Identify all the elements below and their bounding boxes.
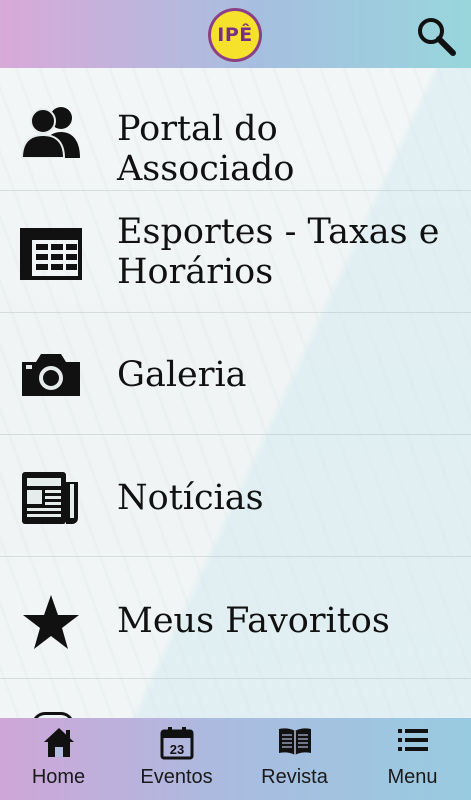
newspaper-icon [20, 470, 82, 526]
calendar-icon: 23 [118, 726, 235, 760]
camera-icon [20, 352, 82, 398]
menu-item-galeria[interactable]: Galeria [0, 312, 471, 435]
home-icon [0, 726, 117, 760]
bottom-tab-bar: Home 23 Eventos Revista Menu [0, 718, 471, 800]
search-button[interactable] [414, 14, 458, 58]
users-icon [20, 104, 82, 158]
logo-text: IPÊ [217, 24, 253, 46]
menu-item-noticias[interactable]: Notícias [0, 434, 471, 557]
menu-item-portal-do-associado[interactable]: Portal do Associado [0, 68, 471, 191]
table-icon [20, 228, 82, 280]
book-icon [236, 726, 353, 760]
tab-label: Revista [261, 766, 328, 788]
calendar-day: 23 [169, 742, 183, 757]
club-logo[interactable]: IPÊ [208, 8, 262, 62]
star-icon [20, 593, 82, 651]
tab-home[interactable]: Home [0, 718, 117, 800]
list-icon [354, 726, 471, 760]
search-icon [418, 18, 456, 56]
tab-label: Eventos [140, 766, 213, 788]
menu-item-label: Esportes - Taxas e Horários [117, 212, 440, 292]
tab-label: Home [31, 766, 86, 788]
menu-item-label: Meus Favoritos [117, 601, 390, 641]
tab-revista[interactable]: Revista [236, 718, 353, 800]
menu-item-esportes[interactable]: Esportes - Taxas e Horários [0, 190, 471, 313]
menu-list: Portal do Associado Esportes - Taxas e H… [0, 68, 471, 718]
tab-eventos[interactable]: 23 Eventos [118, 718, 235, 800]
tab-label: Menu [387, 766, 438, 788]
menu-item-label: Galeria [117, 355, 247, 395]
tab-menu[interactable]: Menu [354, 718, 471, 800]
menu-item-label: Notícias [117, 478, 264, 518]
app-header: IPÊ [0, 0, 471, 68]
menu-item-label: Portal do Associado [117, 109, 295, 189]
menu-item-meus-favoritos[interactable]: Meus Favoritos [0, 556, 471, 679]
